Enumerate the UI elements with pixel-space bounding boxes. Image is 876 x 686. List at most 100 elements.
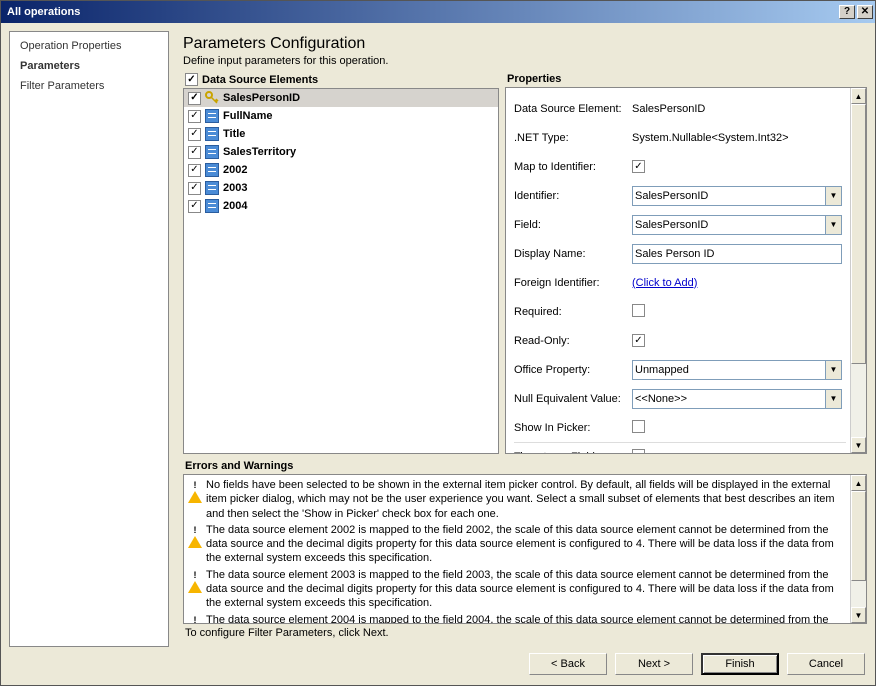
errors-panel: No fields have been selected to be shown…: [183, 474, 867, 624]
properties-panel: Data Source Element: SalesPersonID .NET …: [505, 87, 867, 454]
scroll-up-button[interactable]: ▲: [851, 88, 866, 104]
office-property-select[interactable]: ▼: [632, 360, 842, 380]
sidebar-item-operation-properties[interactable]: Operation Properties: [20, 40, 158, 52]
hint-text: To configure Filter Parameters, click Ne…: [185, 627, 867, 639]
prop-null-equiv: Null Equivalent Value: ▼: [514, 384, 846, 413]
identifier-input[interactable]: [632, 186, 842, 206]
ds-item-salesterritory[interactable]: SalesTerritory: [184, 143, 498, 161]
warning-icon: [188, 479, 202, 493]
errors-section-label: Errors and Warnings: [185, 460, 867, 472]
warning-icon: [188, 569, 202, 583]
cancel-button[interactable]: Cancel: [787, 653, 865, 675]
show-in-picker-checkbox[interactable]: [632, 420, 645, 433]
prop-office-property: Office Property: ▼: [514, 355, 846, 384]
prop-required: Required:: [514, 297, 846, 326]
ds-item-fullname[interactable]: FullName: [184, 107, 498, 125]
ds-item-label: 2004: [223, 200, 247, 212]
finish-button[interactable]: Finish: [701, 653, 779, 675]
window-title: All operations: [7, 6, 80, 18]
required-checkbox[interactable]: [632, 304, 645, 317]
map-to-identifier-checkbox[interactable]: [632, 160, 645, 173]
prop-timestamp-field: Timestamp Field:: [514, 442, 846, 453]
ds-item-label: FullName: [223, 110, 273, 122]
ds-item-title[interactable]: Title: [184, 125, 498, 143]
office-property-input[interactable]: [632, 360, 842, 380]
ds-section-label: Data Source Elements: [202, 74, 318, 86]
ds-item-2004[interactable]: 2004: [184, 197, 498, 215]
ds-header-row: Data Source Elements: [183, 73, 499, 86]
prop-foreign-identifier: Foreign Identifier: (Click to Add): [514, 268, 846, 297]
chevron-down-icon[interactable]: ▼: [825, 216, 841, 234]
ds-item-checkbox[interactable]: [188, 182, 201, 195]
warning-item: The data source element 2003 is mapped t…: [188, 568, 846, 611]
back-button[interactable]: < Back: [529, 653, 607, 675]
warning-icon: [188, 614, 202, 623]
prop-field: Field: ▼: [514, 210, 846, 239]
warning-item: The data source element 2002 is mapped t…: [188, 523, 846, 566]
prop-data-source-element: Data Source Element: SalesPersonID: [514, 94, 846, 123]
timestamp-field-checkbox[interactable]: [632, 449, 645, 453]
prop-show-in-picker: Show In Picker:: [514, 413, 846, 442]
ds-item-checkbox[interactable]: [188, 200, 201, 213]
page-heading: Parameters Configuration: [183, 35, 867, 53]
ds-item-checkbox[interactable]: [188, 164, 201, 177]
column-icon: [205, 127, 219, 141]
data-source-column: Data Source Elements SalesPersonID: [183, 73, 499, 454]
close-button[interactable]: ✕: [857, 5, 873, 19]
field-select[interactable]: ▼: [632, 215, 842, 235]
ds-item-checkbox[interactable]: [188, 128, 201, 141]
warning-item: No fields have been selected to be shown…: [188, 478, 846, 521]
ds-item-2003[interactable]: 2003: [184, 179, 498, 197]
chevron-down-icon[interactable]: ▼: [825, 361, 841, 379]
ds-item-checkbox[interactable]: [188, 110, 201, 123]
help-button[interactable]: ?: [839, 5, 855, 19]
prop-map-to-identifier: Map to Identifier:: [514, 152, 846, 181]
key-icon: [205, 91, 219, 105]
chevron-down-icon[interactable]: ▼: [825, 187, 841, 205]
ds-item-salespersonid[interactable]: SalesPersonID: [184, 89, 498, 107]
ds-item-2002[interactable]: 2002: [184, 161, 498, 179]
scroll-down-button[interactable]: ▼: [851, 437, 866, 453]
warning-icon: [188, 524, 202, 538]
dialog-body: Operation Properties Parameters Filter P…: [1, 23, 875, 647]
columns: Data Source Elements SalesPersonID: [183, 73, 867, 454]
field-input[interactable]: [632, 215, 842, 235]
sidebar-item-parameters[interactable]: Parameters: [20, 60, 158, 72]
warning-item: The data source element 2004 is mapped t…: [188, 613, 846, 623]
page-subtitle: Define input parameters for this operati…: [183, 55, 867, 67]
ds-item-checkbox[interactable]: [188, 146, 201, 159]
button-bar: < Back Next > Finish Cancel: [1, 647, 875, 685]
ds-item-label: 2003: [223, 182, 247, 194]
chevron-down-icon[interactable]: ▼: [825, 390, 841, 408]
prop-display-name: Display Name:: [514, 239, 846, 268]
readonly-checkbox[interactable]: [632, 334, 645, 347]
prop-readonly: Read-Only:: [514, 326, 846, 355]
ds-select-all-checkbox[interactable]: [185, 73, 198, 86]
properties-scrollbar[interactable]: ▲ ▼: [850, 88, 866, 453]
foreign-identifier-link[interactable]: (Click to Add): [632, 277, 697, 289]
identifier-select[interactable]: ▼: [632, 186, 842, 206]
ds-item-checkbox[interactable]: [188, 92, 201, 105]
display-name-input[interactable]: [632, 244, 842, 264]
column-icon: [205, 181, 219, 195]
null-equiv-input[interactable]: [632, 389, 842, 409]
column-icon: [205, 163, 219, 177]
properties-inner: Data Source Element: SalesPersonID .NET …: [506, 88, 850, 453]
null-equiv-select[interactable]: ▼: [632, 389, 842, 409]
column-icon: [205, 145, 219, 159]
scroll-up-button[interactable]: ▲: [851, 475, 866, 491]
ds-list: SalesPersonID FullName Title: [183, 88, 499, 454]
prop-net-type: .NET Type: System.Nullable<System.Int32>: [514, 123, 846, 152]
sidebar: Operation Properties Parameters Filter P…: [9, 31, 169, 647]
properties-column: Properties Data Source Element: SalesPer…: [505, 73, 867, 454]
ds-item-label: SalesPersonID: [223, 92, 300, 104]
sidebar-item-filter-parameters[interactable]: Filter Parameters: [20, 80, 158, 92]
errors-list: No fields have been selected to be shown…: [184, 475, 850, 623]
column-icon: [205, 199, 219, 213]
errors-scrollbar[interactable]: ▲ ▼: [850, 475, 866, 623]
next-button[interactable]: Next >: [615, 653, 693, 675]
scroll-thumb[interactable]: [851, 104, 866, 364]
scroll-thumb[interactable]: [851, 491, 866, 581]
prop-identifier: Identifier: ▼: [514, 181, 846, 210]
scroll-down-button[interactable]: ▼: [851, 607, 866, 623]
